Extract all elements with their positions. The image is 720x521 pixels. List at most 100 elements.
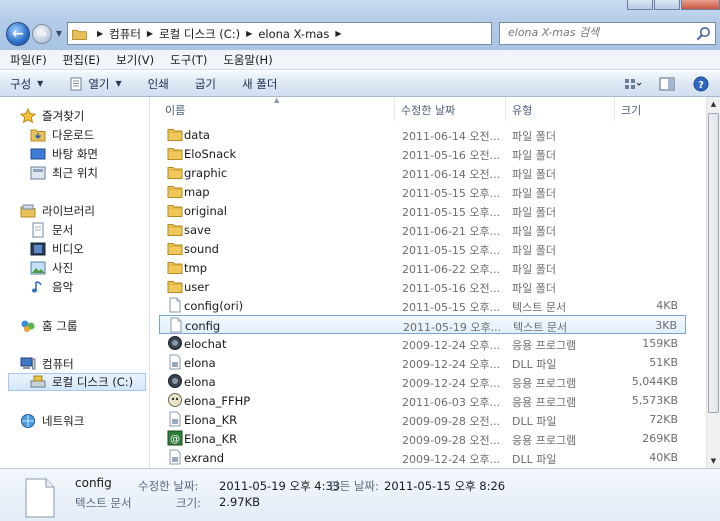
sidebar-item-libraries[interactable]: 라이브러리 [20, 202, 95, 220]
print-label: 인쇄 [147, 76, 169, 91]
print-button[interactable]: 인쇄 [148, 76, 169, 92]
star-icon [20, 108, 36, 124]
open-button[interactable]: 열기 ▼ [69, 76, 122, 92]
breadcrumb-current-folder[interactable]: elona X-mas [258, 27, 329, 41]
column-type[interactable]: 유형 [512, 102, 532, 118]
file-row[interactable]: original 2011-05-15 오후... 파일 폴더 [159, 201, 686, 220]
file-row[interactable]: sound 2011-05-15 오후... 파일 폴더 [159, 239, 686, 258]
breadcrumb-computer[interactable]: 컴퓨터 [109, 26, 141, 42]
file-name: map [184, 185, 210, 199]
file-row[interactable]: save 2011-06-21 오후... 파일 폴더 [159, 220, 686, 239]
vertical-scrollbar[interactable]: ▲ ▼ [706, 97, 720, 468]
file-name: EloSnack [184, 147, 237, 161]
organize-button[interactable]: 구성 ▼ [10, 76, 43, 92]
sidebar-item-label: 로컬 디스크 (C:) [52, 375, 134, 389]
file-row[interactable]: elona_FFHP 2011-06-03 오후... 응용 프로그램 5,573KB [159, 391, 686, 410]
sidebar-item-videos[interactable]: 비디오 [30, 240, 84, 258]
folder-icon [72, 29, 87, 40]
preview-pane-button[interactable] [656, 75, 678, 93]
file-row[interactable]: data 2011-06-14 오전... 파일 폴더 [159, 125, 686, 144]
sidebar-item-music[interactable]: 음악 [30, 278, 73, 296]
recent-places-icon [30, 166, 46, 180]
search-box[interactable] [499, 22, 716, 45]
column-divider[interactable] [505, 97, 506, 121]
file-date: 2011-06-03 오후... [402, 396, 501, 409]
menu-file[interactable]: 파일(F) [10, 52, 47, 68]
scrollbar-thumb[interactable] [708, 113, 719, 413]
search-input[interactable] [508, 26, 693, 39]
file-name: config [185, 319, 221, 333]
file-row[interactable]: elona 2009-12-24 오후... 응용 프로그램 5,044KB [159, 372, 686, 391]
sidebar-item-favorites[interactable]: 즐겨찾기 [20, 107, 84, 125]
menu-edit[interactable]: 편집(E) [63, 52, 100, 68]
file-row[interactable]: tmp 2011-06-22 오후... 파일 폴더 [159, 258, 686, 277]
file-type: DLL 파일 [512, 453, 557, 466]
file-date: 2009-09-28 오전... [402, 415, 501, 428]
text-file-icon [170, 317, 182, 333]
address-bar[interactable]: ▶ 컴퓨터 ▶ 로컬 디스크 (C:) ▶ elona X-mas ▶ [67, 22, 492, 45]
sidebar-item-local-disk[interactable]: 로컬 디스크 (C:) [8, 373, 146, 391]
maximize-button[interactable] [654, 0, 680, 10]
new-folder-label: 새 폴더 [242, 76, 278, 91]
sidebar-item-desktop[interactable]: 바탕 화면 [30, 145, 98, 163]
file-name: save [184, 223, 211, 237]
sidebar-item-documents[interactable]: 문서 [30, 221, 73, 239]
sidebar-item-downloads[interactable]: 다운로드 [30, 126, 94, 144]
dll-file-icon [169, 411, 181, 427]
application-icon [168, 393, 182, 407]
sidebar-item-pictures[interactable]: 사진 [30, 259, 73, 277]
sidebar-item-homegroup[interactable]: 홈 그룹 [20, 317, 77, 335]
minimize-button[interactable] [627, 0, 653, 10]
file-type: 응용 프로그램 [512, 339, 577, 352]
column-divider[interactable] [394, 97, 395, 121]
file-row[interactable]: map 2011-05-15 오후... 파일 폴더 [159, 182, 686, 201]
file-row[interactable]: @ Elona_KR 2009-09-28 오전... 응용 프로그램 269KB [159, 429, 686, 448]
menu-view[interactable]: 보기(V) [116, 52, 154, 68]
file-row[interactable]: config 2011-05-19 오후... 텍스트 문서 3KB [159, 315, 686, 334]
forward-button[interactable]: → [32, 24, 52, 44]
file-row[interactable]: elona 2009-12-24 오후... DLL 파일 51KB [159, 353, 686, 372]
help-icon: ? [693, 76, 709, 92]
help-button[interactable]: ? [690, 75, 712, 93]
file-row[interactable]: exrand 2009-12-24 오후... DLL 파일 40KB [159, 448, 686, 467]
column-date-modified[interactable]: 수정한 날짜 [401, 102, 455, 118]
breadcrumb-separator-icon[interactable]: ▶ [335, 29, 341, 38]
music-note-icon [32, 281, 42, 293]
new-folder-button[interactable]: 새 폴더 [242, 76, 277, 92]
breadcrumb-local-disk[interactable]: 로컬 디스크 (C:) [159, 26, 240, 42]
file-row[interactable]: elochat 2009-12-24 오후... 응용 프로그램 159KB [159, 334, 686, 353]
column-size[interactable]: 크기 [621, 102, 641, 118]
sidebar-item-label: 컴퓨터 [42, 357, 74, 371]
sidebar-item-network[interactable]: 네트워크 [20, 412, 84, 430]
breadcrumb-separator-icon[interactable]: ▶ [97, 29, 103, 38]
menu-help[interactable]: 도움말(H) [223, 52, 272, 68]
file-row[interactable]: graphic 2011-06-14 오전... 파일 폴더 [159, 163, 686, 182]
file-row[interactable]: Elona_KR 2009-09-28 오전... DLL 파일 72KB [159, 410, 686, 429]
column-name[interactable]: 이름 [165, 102, 185, 118]
file-row[interactable]: user 2011-05-16 오전... 파일 폴더 [159, 277, 686, 296]
file-list: ▲ 이름 수정한 날짜 유형 크기 data 2011-06-14 오전... 파일… [151, 97, 706, 468]
back-button[interactable]: ← [6, 22, 30, 46]
title-bar: ← → ▼ ▶ 컴퓨터 ▶ 로컬 디스크 (C:) ▶ elona X-mas … [0, 0, 720, 50]
sidebar-item-recent[interactable]: 최근 위치 [30, 164, 98, 182]
file-row[interactable]: EloSnack 2011-05-16 오전... 파일 폴더 [159, 144, 686, 163]
file-row[interactable]: config(ori) 2011-05-15 오후... 텍스트 문서 4KB [159, 296, 686, 315]
view-grid-icon [625, 79, 642, 89]
burn-button[interactable]: 굽기 [195, 76, 216, 92]
search-icon[interactable] [696, 26, 711, 41]
scroll-down-arrow[interactable]: ▼ [707, 454, 720, 468]
column-divider[interactable] [614, 97, 615, 121]
change-view-button[interactable] [622, 75, 644, 93]
sidebar-item-label: 최근 위치 [52, 166, 98, 180]
breadcrumb-separator-icon[interactable]: ▶ [246, 29, 252, 38]
sidebar-item-computer[interactable]: 컴퓨터 [20, 355, 74, 373]
file-date: 2009-12-24 오후... [402, 339, 501, 352]
menu-tools[interactable]: 도구(T) [170, 52, 207, 68]
details-file-type: 텍스트 문서 [75, 496, 132, 510]
close-button[interactable] [681, 0, 720, 10]
breadcrumb-separator-icon[interactable]: ▶ [147, 29, 153, 38]
recent-pages-dropdown[interactable]: ▼ [54, 28, 64, 40]
scroll-up-arrow[interactable]: ▲ [707, 97, 720, 111]
network-icon [21, 414, 35, 428]
menu-bar: 파일(F) 편집(E) 보기(V) 도구(T) 도움말(H) [0, 50, 720, 70]
